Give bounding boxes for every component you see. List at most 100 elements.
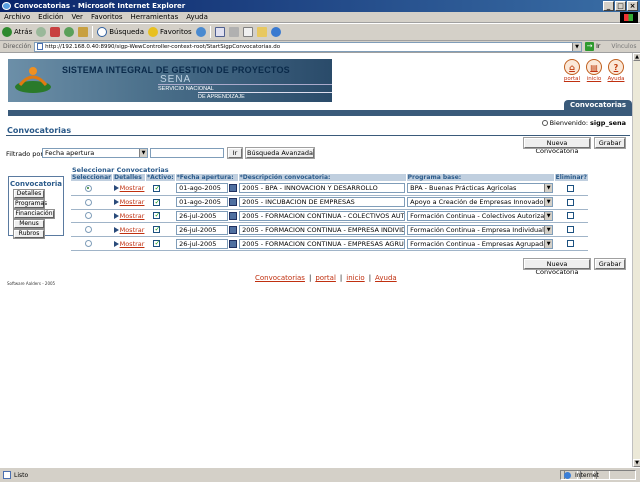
active-checkbox[interactable] <box>153 225 161 234</box>
address-input[interactable]: http://192.168.0.40:8990/sigp-WewControl… <box>34 41 583 52</box>
select-radio[interactable] <box>84 240 92 248</box>
program-select[interactable]: BPA - Buenas Prácticas Agricolas ▼ <box>407 183 554 194</box>
links-label[interactable]: Vínculos <box>611 43 636 50</box>
address-dropdown[interactable]: ▼ <box>572 42 582 51</box>
save-button[interactable]: Grabar <box>594 137 626 149</box>
save-button-bottom[interactable]: Grabar <box>594 258 626 270</box>
program-select[interactable]: Formación Continua - Empresa Individual ▼ <box>407 224 554 235</box>
favorites-button[interactable]: Favoritos <box>148 27 192 37</box>
delete-checkbox[interactable] <box>567 198 575 206</box>
description-input[interactable]: 2005 - BPA - INNOVACION Y DESARROLLO <box>239 183 406 194</box>
chevron-down-icon[interactable]: ▼ <box>544 239 553 248</box>
chevron-down-icon[interactable]: ▼ <box>544 225 553 234</box>
mostrar-link[interactable]: Mostrar <box>113 240 144 248</box>
description-input[interactable]: 2005 - FORMACION CONTINUA - COLECTIVOS A… <box>239 210 406 221</box>
new-convocatoria-button[interactable]: Nueva Convocatoria <box>523 137 591 155</box>
menu-herramientas[interactable]: Herramientas <box>131 13 179 21</box>
mostrar-link[interactable]: Mostrar <box>113 198 144 206</box>
forward-button[interactable] <box>36 27 47 37</box>
nav-detalles-button[interactable]: Detalles <box>13 189 45 199</box>
nav-programas-button[interactable]: Programas <box>13 199 47 209</box>
go-filter-button[interactable]: Ir <box>227 147 243 159</box>
select-radio[interactable] <box>84 226 92 234</box>
footer-link-inicio[interactable]: inicio <box>346 274 364 282</box>
filter-input[interactable] <box>150 148 224 158</box>
date-input[interactable]: 26-jul-2005 <box>176 238 229 249</box>
scroll-up-button[interactable]: ▲ <box>633 53 640 61</box>
chevron-down-icon[interactable]: ▼ <box>544 198 553 207</box>
edit-button[interactable] <box>242 27 253 37</box>
description-input[interactable]: 2005 - FORMACION CONTINUA - EMPRESAS AGR… <box>239 238 406 249</box>
nav-rubros-button[interactable]: Rubros <box>13 229 45 239</box>
refresh-button[interactable] <box>64 27 75 37</box>
menu-archivo[interactable]: Archivo <box>4 13 30 21</box>
calendar-icon[interactable] <box>229 198 238 207</box>
footer-link-ayuda[interactable]: Ayuda <box>375 274 397 282</box>
new-convocatoria-button-bottom[interactable]: Nueva Convocatoria <box>523 258 591 276</box>
home-button[interactable] <box>78 27 89 37</box>
menu-edicion[interactable]: Edición <box>38 13 63 21</box>
calendar-icon[interactable] <box>229 211 238 220</box>
filter-select[interactable]: Fecha apertura ▼ <box>42 148 148 158</box>
minimize-button[interactable]: _ <box>603 1 614 11</box>
chevron-down-icon[interactable]: ▼ <box>544 184 553 193</box>
table-row: Mostrar 01-ago-2005 2005 - INCUBACION DE… <box>70 195 589 210</box>
mostrar-link[interactable]: Mostrar <box>113 212 144 220</box>
tab-convocatorias[interactable]: Convocatorias <box>564 100 632 110</box>
program-select[interactable]: Apoyo a Creación de Empresas Innovadoras… <box>407 197 554 208</box>
messenger-button[interactable] <box>270 27 281 37</box>
select-radio[interactable] <box>84 184 92 192</box>
folder-button[interactable] <box>256 27 267 37</box>
col-activo: *Activo: <box>144 173 176 182</box>
calendar-icon[interactable] <box>229 184 238 193</box>
description-input[interactable]: 2005 - FORMACION CONTINUA - EMPRESA INDI… <box>239 224 406 235</box>
menu-favoritos[interactable]: Favoritos <box>91 13 123 21</box>
chevron-down-icon[interactable]: ▼ <box>139 149 147 157</box>
delete-checkbox[interactable] <box>567 212 575 220</box>
mostrar-link[interactable]: Mostrar <box>113 184 144 192</box>
print-button[interactable] <box>228 27 239 37</box>
portal-link[interactable]: ⌂ portal <box>564 59 580 82</box>
active-checkbox[interactable] <box>153 198 161 206</box>
program-select[interactable]: Formación Continua - Colectivos Autoriza… <box>407 210 554 221</box>
select-radio[interactable] <box>84 198 92 206</box>
description-input[interactable]: 2005 - INCUBACION DE EMPRESAS <box>239 197 406 208</box>
chevron-down-icon[interactable]: ▼ <box>544 211 553 220</box>
program-select[interactable]: Formación Continua - Empresas Agrupadas ▼ <box>407 238 554 249</box>
history-button[interactable] <box>195 27 206 37</box>
delete-checkbox[interactable] <box>567 226 575 234</box>
calendar-icon[interactable] <box>229 225 238 234</box>
date-input[interactable]: 26-jul-2005 <box>176 224 229 235</box>
program-value: Formación Continua - Empresa Individual <box>410 225 544 234</box>
nav-financiacion-button[interactable]: Financiación <box>13 209 55 219</box>
mail-button[interactable] <box>214 27 225 37</box>
stop-button[interactable] <box>50 27 61 37</box>
footer-link-portal[interactable]: portal <box>315 274 336 282</box>
scroll-down-button[interactable]: ▼ <box>633 459 640 467</box>
menu-ayuda[interactable]: Ayuda <box>186 13 208 21</box>
active-checkbox[interactable] <box>153 239 161 248</box>
delete-checkbox[interactable] <box>567 240 575 248</box>
date-input[interactable]: 01-ago-2005 <box>176 183 229 194</box>
close-button[interactable]: × <box>627 1 638 11</box>
footer-link-convocatorias[interactable]: Convocatorias <box>255 274 305 282</box>
mostrar-link[interactable]: Mostrar <box>113 226 144 234</box>
delete-checkbox[interactable] <box>567 184 575 192</box>
vertical-scrollbar[interactable]: ▲ ▼ <box>632 53 640 467</box>
active-checkbox[interactable] <box>153 184 161 192</box>
date-input[interactable]: 26-jul-2005 <box>176 210 229 221</box>
details-cell: Mostrar <box>112 209 146 224</box>
advanced-search-button[interactable]: Búsqueda Avanzada <box>245 147 315 159</box>
calendar-icon[interactable] <box>229 239 238 248</box>
maximize-button[interactable]: □ <box>615 1 626 11</box>
date-input[interactable]: 01-ago-2005 <box>176 197 229 208</box>
ayuda-link[interactable]: ? Ayuda <box>608 59 625 82</box>
nav-menus-button[interactable]: Menus <box>13 219 45 229</box>
search-button[interactable]: Búsqueda <box>97 27 144 37</box>
go-button[interactable]: → Ir <box>585 42 600 51</box>
active-checkbox[interactable] <box>153 211 161 220</box>
back-button[interactable]: Atrás <box>2 27 32 37</box>
menu-ver[interactable]: Ver <box>72 13 83 21</box>
inicio-link[interactable]: ▤ inicio <box>586 59 602 82</box>
select-radio[interactable] <box>84 212 92 220</box>
